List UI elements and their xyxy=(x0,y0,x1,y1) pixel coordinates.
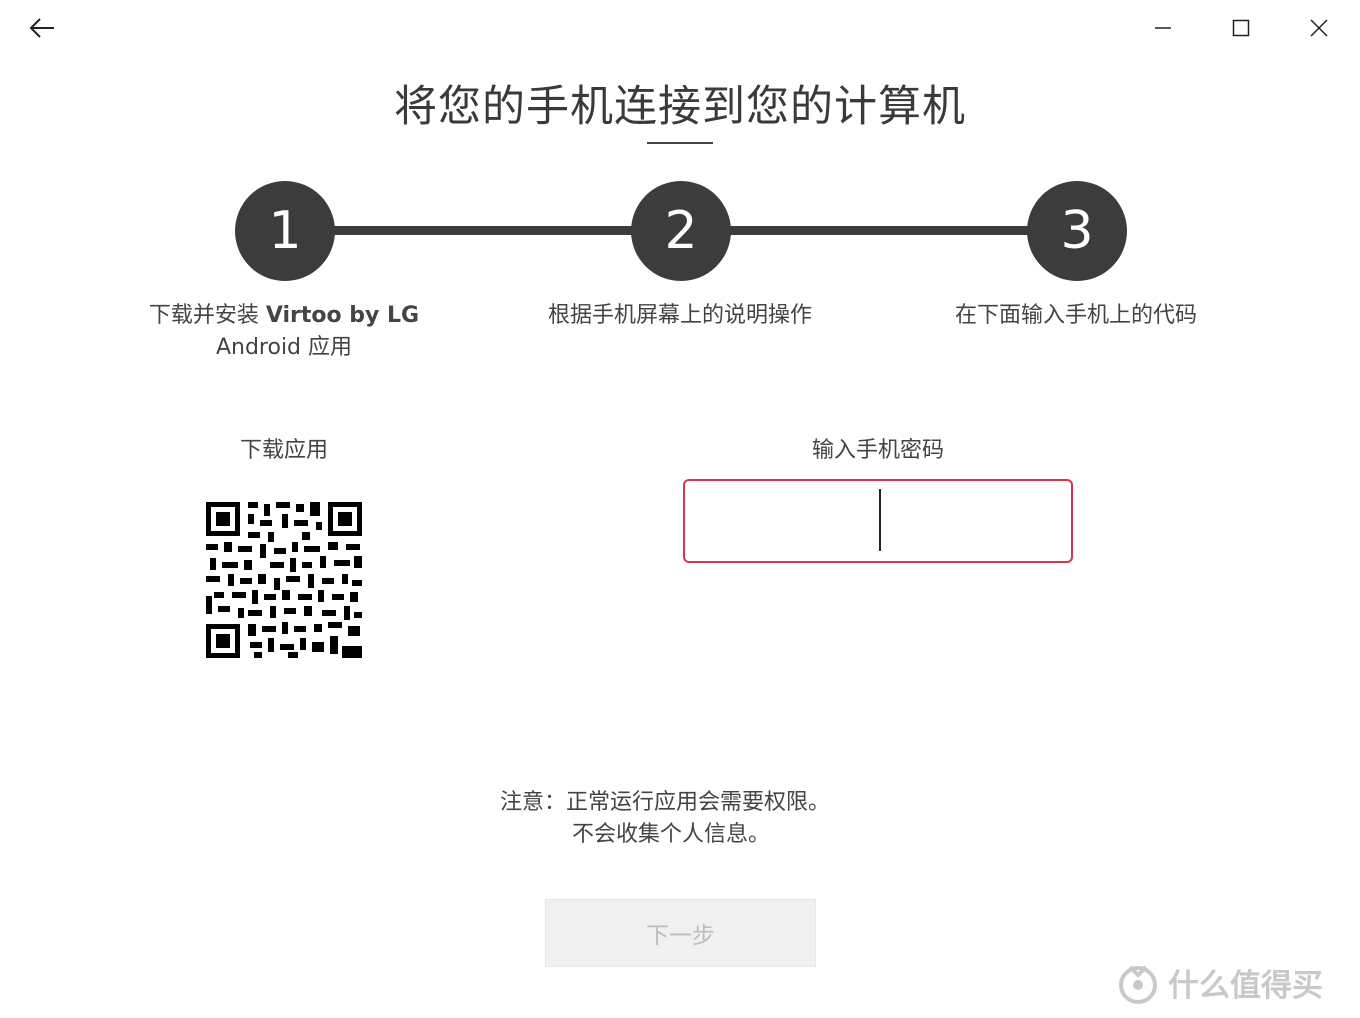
qr-code-icon xyxy=(204,500,364,660)
phone-code-label: 输入手机密码 xyxy=(811,438,944,463)
step-2-circle: 2 xyxy=(631,181,731,281)
step-1-caption-prefix: 下载并安装 xyxy=(148,303,266,328)
watermark: 什么值得买 xyxy=(1116,960,1323,1005)
step-1-app-name: Virtoo by LG xyxy=(265,303,420,328)
phone-code-input[interactable] xyxy=(683,479,1073,563)
minimize-icon xyxy=(1155,27,1171,29)
step-2-caption: 根据手机屏幕上的说明操作 xyxy=(547,303,812,328)
watermark-logo-icon xyxy=(1119,965,1157,1004)
notice-prefix: 注意： xyxy=(500,790,567,815)
permission-notice: 注意： 正常运行应用会需要权限。 不会收集个人信息。 xyxy=(500,787,920,851)
arrow-left-icon xyxy=(29,18,54,38)
step-3-caption: 在下面输入手机上的代码 xyxy=(954,303,1197,328)
back-button[interactable] xyxy=(22,8,62,48)
maximize-button[interactable] xyxy=(1221,8,1261,48)
close-button[interactable] xyxy=(1299,8,1339,48)
page-title: 将您的手机连接到您的计算机 xyxy=(394,82,966,132)
maximize-icon xyxy=(1232,19,1250,37)
minimize-button[interactable] xyxy=(1143,8,1183,48)
step-3-circle: 3 xyxy=(1027,181,1127,281)
step-1-caption: 下载并安装 Virtoo by LG Android 应用 xyxy=(114,300,454,364)
watermark-text: 什么值得买 xyxy=(1168,968,1323,1004)
close-icon xyxy=(1310,19,1328,37)
step-1-caption-line2: Android 应用 xyxy=(215,335,353,360)
notice-line-1: 正常运行应用会需要权限。 xyxy=(566,790,831,815)
text-caret xyxy=(879,489,881,551)
download-app-label: 下载应用 xyxy=(239,438,328,463)
next-button[interactable]: 下一步 xyxy=(545,899,816,967)
notice-line-2: 不会收集个人信息。 xyxy=(572,822,771,847)
title-underline xyxy=(647,142,713,144)
step-1-circle: 1 xyxy=(235,181,335,281)
